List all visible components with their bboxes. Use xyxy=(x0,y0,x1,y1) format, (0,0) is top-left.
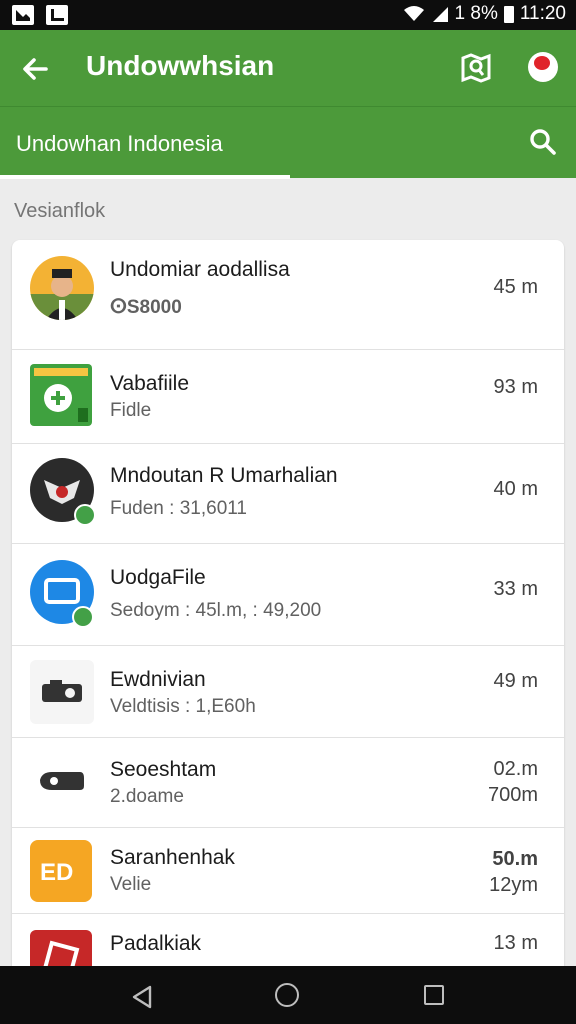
item-title: Seoeshtam xyxy=(110,758,217,781)
system-nav-bar xyxy=(0,966,576,1024)
battery-icon xyxy=(503,5,514,23)
camera-icon xyxy=(30,660,94,724)
list-item[interactable]: Undomiar aodallisa ⵙS8000 45 m xyxy=(12,240,564,350)
item-subtitle: 2.doame xyxy=(110,786,184,807)
notification-icon xyxy=(46,5,68,25)
file-app-icon xyxy=(30,364,92,426)
projector-icon xyxy=(30,750,94,814)
nav-recents-icon[interactable] xyxy=(424,985,444,1005)
download-list: Undomiar aodallisa ⵙS8000 45 m Vabafiile… xyxy=(12,240,564,980)
status-bar: 1 8% 11:20 xyxy=(0,0,576,30)
list-item[interactable]: UodgaFile Sedoym : 45l.m, : 49,200 33 m xyxy=(12,544,564,646)
list-item[interactable]: Ewdnivian Veldtisis : 1,E60h 49 m xyxy=(12,646,564,738)
item-size: 33 m xyxy=(493,578,538,600)
map-icon[interactable] xyxy=(458,50,494,86)
clock: 11:20 xyxy=(519,3,566,24)
list-item[interactable]: Seoeshtam 2.doame 02.m 700m xyxy=(12,738,564,828)
flag-dot-icon xyxy=(534,56,550,70)
item-subtitle: Fidle xyxy=(110,400,152,421)
item-size: 40 m xyxy=(493,478,538,500)
list-item[interactable]: Mndoutan R Umarhalian Fuden : 31,6011 40… xyxy=(12,444,564,544)
section-label: Vesianflok xyxy=(14,200,106,222)
tab-bar: Undowhan Indonesia xyxy=(0,106,576,179)
battery-percent: 1 8% xyxy=(454,3,498,24)
item-subtitle: Sedoym : 45l.m, : 49,200 xyxy=(110,600,322,621)
item-title: UodgaFile xyxy=(110,566,206,589)
item-title: Vabafiile xyxy=(110,372,189,395)
svg-text:ED: ED xyxy=(40,859,73,886)
page-title: Undowwhsian xyxy=(86,50,275,81)
list-item[interactable]: Vabafiile Fidle 93 m xyxy=(12,350,564,444)
profile-avatar[interactable] xyxy=(528,52,558,82)
item-size: 02.m xyxy=(493,758,538,780)
item-subtitle: Fuden : 31,6011 xyxy=(110,498,247,519)
app-bar: Undowwhsian xyxy=(0,30,576,106)
item-size-secondary: 12ym xyxy=(489,874,538,896)
item-title: Padalkiak xyxy=(110,932,202,955)
wifi-icon xyxy=(403,6,424,21)
item-size: 49 m xyxy=(493,670,538,692)
item-subtitle: Veldtisis : 1,E60h xyxy=(110,696,256,717)
item-title: Mndoutan R Umarhalian xyxy=(110,464,338,487)
item-size: 50.m xyxy=(492,848,538,870)
item-size: 45 m xyxy=(493,276,538,298)
item-title: Ewdnivian xyxy=(110,668,206,691)
notification-icon xyxy=(12,5,34,25)
notification-icons xyxy=(12,5,68,25)
item-size: 93 m xyxy=(493,376,538,398)
item-title: Saranhenhak xyxy=(110,846,235,869)
status-indicators: 1 8% 11:20 xyxy=(403,3,566,25)
check-badge-icon xyxy=(74,504,96,526)
nav-home-icon[interactable] xyxy=(275,983,299,1007)
list-item[interactable]: ED Saranhenhak Velie 50.m 12ym xyxy=(12,828,564,914)
nav-back-icon[interactable] xyxy=(130,984,154,1010)
person-avatar-icon xyxy=(30,256,94,320)
item-subtitle: Velie xyxy=(110,874,152,895)
tab-indonesia[interactable]: Undowhan Indonesia xyxy=(16,131,223,157)
back-arrow-icon[interactable] xyxy=(18,52,52,86)
download-badge-icon xyxy=(72,606,94,628)
item-price: ⵙS8000 xyxy=(110,297,182,318)
search-icon[interactable] xyxy=(528,127,558,157)
tab-indicator xyxy=(0,175,290,179)
ed-app-icon: ED xyxy=(30,840,92,902)
item-size-secondary: 700m xyxy=(487,784,538,806)
item-title: Undomiar aodallisa xyxy=(110,258,290,281)
item-size: 13 m xyxy=(493,932,538,954)
signal-icon xyxy=(432,7,448,22)
